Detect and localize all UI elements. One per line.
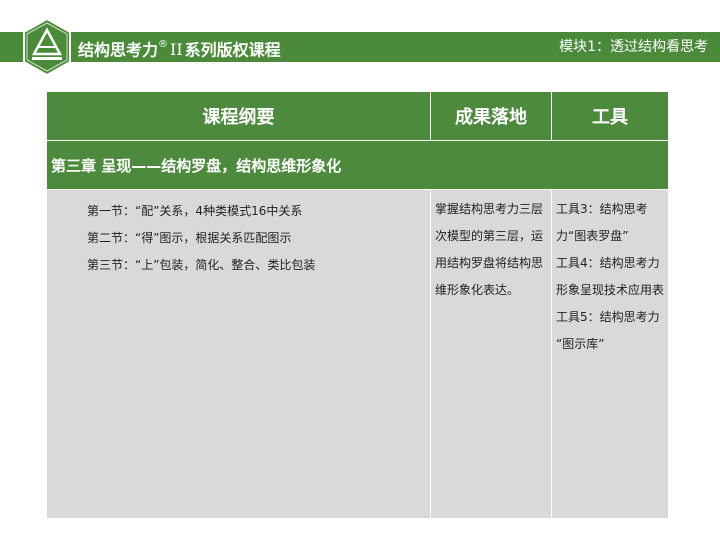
tools-cell: 工具3：结构思考力“图表罗盘” 工具4：结构思考力形象呈现技术应用表 工具5：结… (551, 189, 669, 519)
module-label: 模块1：透过结构看思考 (559, 39, 708, 55)
col-header-outline: 课程纲要 (46, 91, 431, 141)
course-series-title: 结构思考力® II 系列版权课程 (78, 32, 281, 62)
course-table: 课程纲要 成果落地 工具 第三章 呈现——结构罗盘，结构思维形象化 第一节：“配… (46, 91, 669, 519)
section-item: 第二节：“得”图示，根据关系匹配图示 (87, 231, 292, 245)
tool-item: 工具5：结构思考力 “图示库” (556, 310, 660, 351)
tool-item: 工具3：结构思考力“图表罗盘” (556, 202, 648, 243)
title-roman: II (170, 40, 183, 60)
chapter-row: 第三章 呈现——结构罗盘，结构思维形象化 (46, 140, 669, 190)
table-header-row: 课程纲要 成果落地 工具 (46, 91, 669, 141)
result-text: 掌握结构思考力三层次模型的第三层，运用结构罗盘将结构思维形象化表达。 (435, 202, 544, 297)
section-item: 第一节：“配”关系，4种类模式16中关系 (87, 204, 303, 218)
title-main: 结构思考力 (78, 40, 159, 60)
tool-item: 工具4：结构思考力形象呈现技术应用表 (556, 256, 665, 297)
title-tail: 系列版权课程 (184, 40, 281, 60)
outline-cell: 第一节：“配”关系，4种类模式16中关系 第二节：“得”图示，根据关系匹配图示 … (46, 189, 431, 519)
result-cell: 掌握结构思考力三层次模型的第三层，运用结构罗盘将结构思维形象化表达。 (430, 189, 552, 519)
col-header-result: 成果落地 (430, 91, 552, 141)
registered-mark: ® (158, 39, 169, 50)
col-header-tools: 工具 (551, 91, 669, 141)
chapter-title: 第三章 呈现——结构罗盘，结构思维形象化 (46, 140, 669, 190)
table-row: 第一节：“配”关系，4种类模式16中关系 第二节：“得”图示，根据关系匹配图示 … (46, 189, 669, 519)
pyramid-logo-icon (23, 18, 71, 76)
section-item: 第三节：“上”包装，简化、整合、类比包装 (87, 258, 316, 272)
